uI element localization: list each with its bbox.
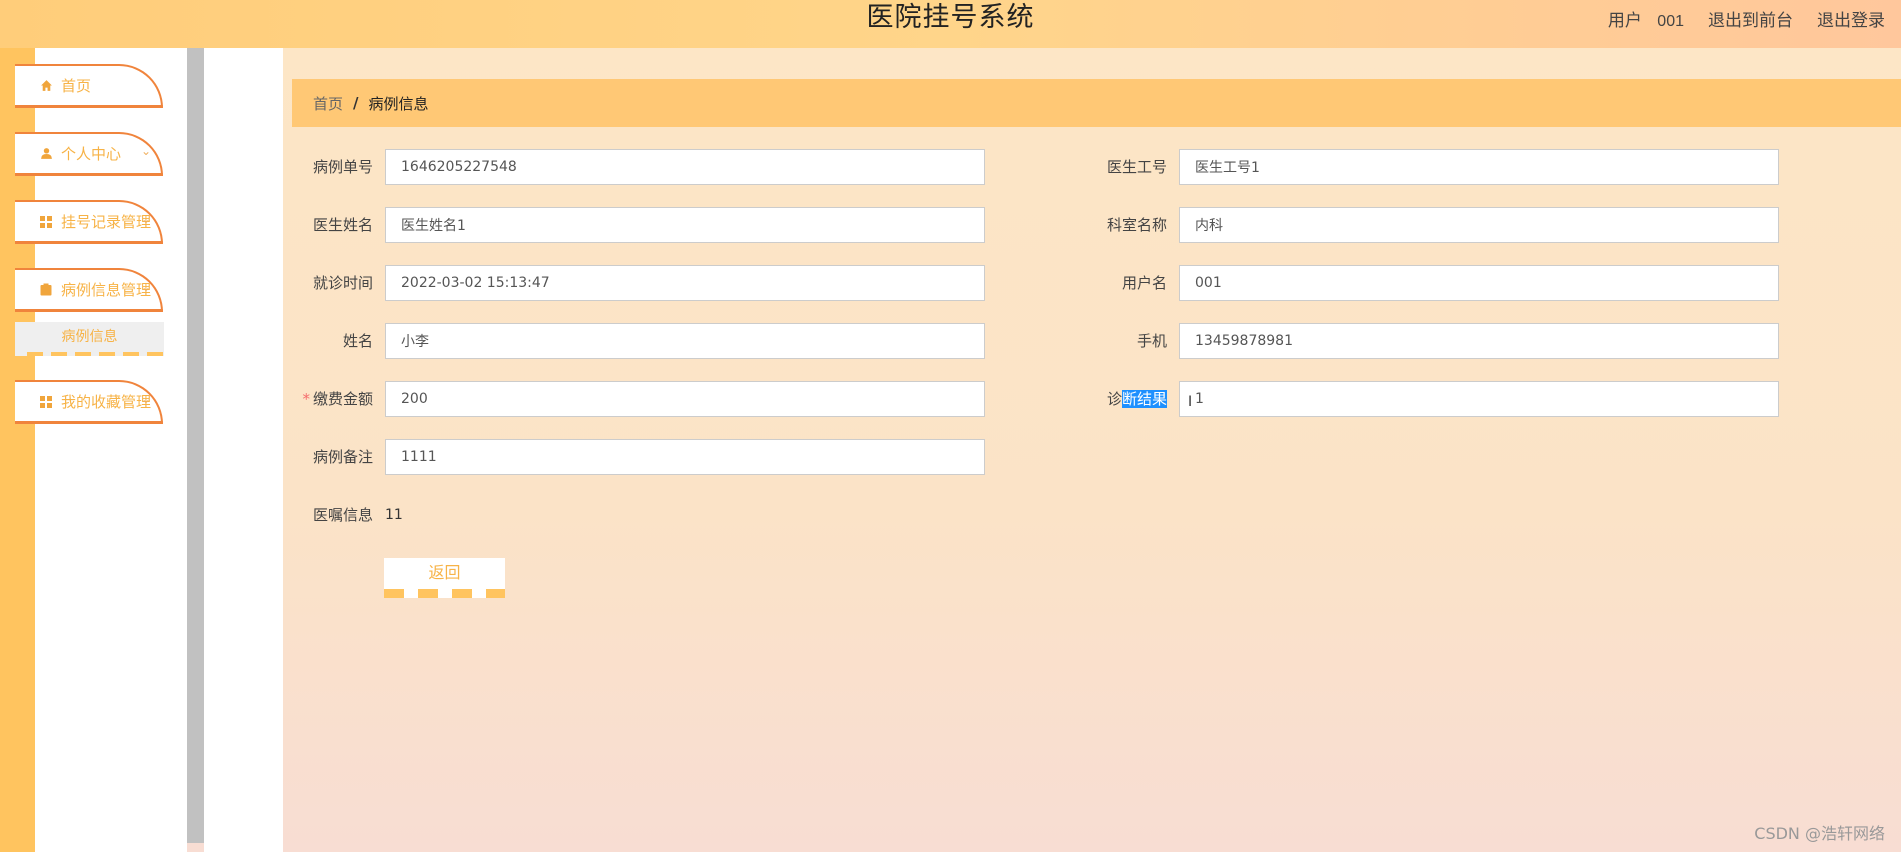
doctor-id-input[interactable] [1179,149,1779,185]
case-no-input[interactable] [385,149,985,185]
home-icon [39,79,53,93]
fee-label: * 缴费金额 [293,381,373,417]
username-label: 用户名 [1121,274,1167,292]
user-label: 用户 [1607,10,1642,31]
user-icon [39,147,53,161]
breadcrumb: 首页 / 病例信息 [292,79,1901,127]
remark-label: 病例备注 [312,448,373,466]
sidebar-subitem-label: 病例信息 [61,329,118,345]
breadcrumb-current: 病例信息 [368,94,429,113]
username-input[interactable] [1179,265,1779,301]
doctor-id-label: 医生工号 [1106,158,1167,176]
remark-input[interactable] [385,439,985,475]
back-button-dashed-border [384,589,505,598]
dept-name-input[interactable] [1179,207,1779,243]
sidebar-item-personal-center[interactable]: 个人中心 ⌄ [15,132,163,176]
sidebar-item-registration-records[interactable]: 挂号记录管理 ⌄ [15,200,163,244]
top-header: 医院挂号系统 用户 001 退出到前台 退出登录 [0,0,1901,48]
chevron-down-icon: ⌄ [140,144,151,158]
top-nav: 用户 001 退出到前台 退出登录 [1608,0,1885,36]
advice-value: 11 [385,507,403,523]
doctor-name-input[interactable] [385,207,985,243]
sidebar-item-label: 首页 [61,77,92,95]
fee-input[interactable] [385,381,985,417]
sidebar-item-label: 病例信息管理 [61,281,152,299]
name-input[interactable] [385,323,985,359]
chevron-down-icon: ⌄ [140,280,151,294]
sidebar-subitem-case-info[interactable]: 病例信息 [15,322,164,356]
chevron-down-icon: ⌄ [140,392,151,406]
logout-link[interactable]: 退出登录 [1817,6,1885,31]
dept-name-label: 科室名称 [1106,216,1167,234]
required-mark: * [302,390,310,408]
sidebar-item-label: 挂号记录管理 [61,213,152,231]
advice-label: 医嘱信息 [312,506,373,524]
subitem-dashed-underline [27,352,164,356]
case-no-label: 病例单号 [312,158,373,176]
sidebar-item-favorites[interactable]: 我的收藏管理 ⌄ [15,380,163,424]
grid-icon [39,395,53,409]
content-gap [204,48,283,852]
sidebar-item-label: 个人中心 [61,145,122,163]
sidebar-item-label: 我的收藏管理 [61,393,152,411]
name-label: 姓名 [342,332,373,350]
back-to-front-link[interactable]: 退出到前台 [1708,6,1793,31]
grid-icon [39,215,53,229]
text-cursor-icon: I [1188,394,1193,410]
watermark: CSDN @浩轩网络 [1754,824,1885,843]
diagnosis-label: 诊断结果 [1087,381,1167,417]
chevron-down-icon: ⌄ [140,212,151,226]
phone-input[interactable] [1179,323,1779,359]
user-value: 001 [1657,12,1684,30]
back-button-label: 返回 [428,563,461,582]
breadcrumb-home-link[interactable]: 首页 [313,93,343,114]
sidebar-item-home[interactable]: 首页 [15,64,163,108]
diagnosis-input[interactable] [1179,381,1779,417]
back-button[interactable]: 返回 [384,558,505,598]
breadcrumb-separator: / [353,94,359,112]
fee-label-text: 缴费金额 [312,390,373,408]
user-info: 用户 001 [1608,6,1684,31]
diagnosis-label-selected: 断结果 [1121,390,1167,408]
visit-time-label: 就诊时间 [312,274,373,292]
clipboard-icon [39,283,53,297]
phone-label: 手机 [1136,332,1167,350]
sidebar-item-case-management[interactable]: 病例信息管理 ⌄ [15,268,163,312]
doctor-name-label: 医生姓名 [312,216,373,234]
visit-time-input[interactable] [385,265,985,301]
diagnosis-label-part-a: 诊 [1106,390,1122,408]
sidebar-scrollbar[interactable] [187,48,204,843]
